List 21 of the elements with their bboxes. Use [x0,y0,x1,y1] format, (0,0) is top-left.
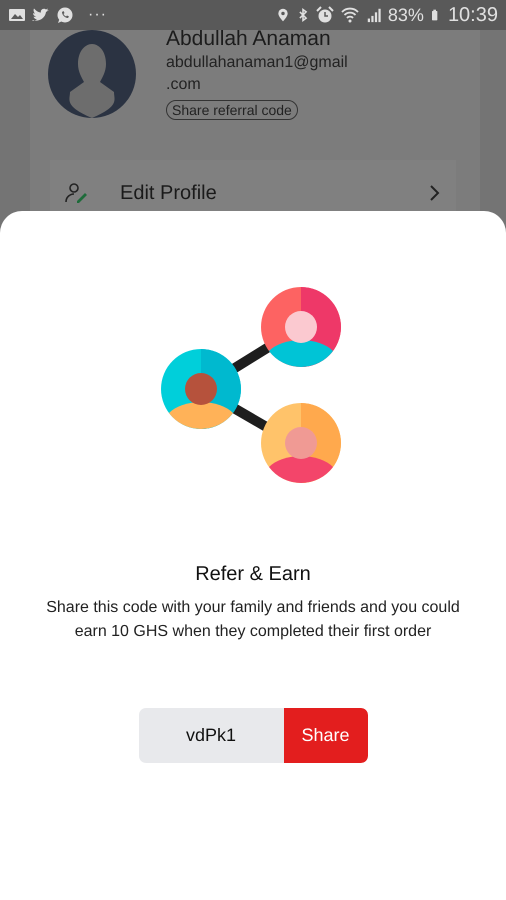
image-icon [8,6,26,24]
chevron-right-icon [428,183,442,203]
share-referral-code-button[interactable]: Share referral code [166,100,298,120]
location-pin-icon [276,6,290,24]
sheet-description: Share this code with your family and friends and you could earn 10 GHS when they completed their first order [45,598,461,642]
signal-icon [366,6,382,24]
chat-bubble-icon [56,6,74,24]
share-button[interactable]: Share [284,708,368,763]
referral-code-field: vdPk1 [138,708,284,763]
profile-name: Abdullah Anaman [166,26,331,52]
avatar-silhouette-icon [48,30,136,118]
alarm-clock-icon [316,6,334,24]
battery-percentage: 83% [388,4,424,26]
sheet-title: Refer & Earn [195,563,311,586]
clock-time: 10:39 [448,4,498,26]
wifi-icon [340,6,360,24]
bird-icon [32,6,50,24]
user-edit-icon [64,181,90,205]
more-notifications-icon: ··· [88,6,107,24]
profile-email: abdullahanaman1@gmail .com [166,53,348,95]
menu-item-label: Edit Profile [120,182,218,204]
